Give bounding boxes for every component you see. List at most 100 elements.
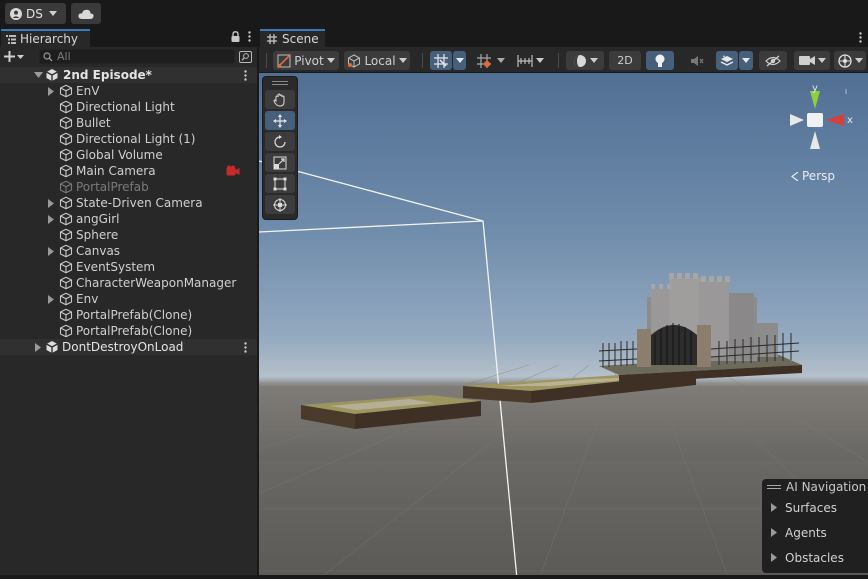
bottom-border (0, 575, 868, 579)
tool-palette-grip[interactable] (263, 77, 297, 88)
audio-toggle-button[interactable] (684, 51, 710, 70)
scale-icon (273, 156, 287, 169)
account-icon (10, 7, 22, 20)
account-label: DS (26, 6, 43, 21)
add-object-button[interactable] (4, 51, 32, 62)
speaker-muted-icon (691, 55, 704, 66)
tab-scene[interactable]: Scene (260, 29, 325, 47)
shading-mode-dropdown[interactable] (566, 51, 604, 70)
hierarchy-item[interactable]: Main Camera (0, 163, 257, 179)
expand-arrow-icon[interactable] (33, 342, 43, 352)
ai-nav-item-label: Surfaces (785, 500, 837, 515)
hierarchy-item[interactable]: angGirl (0, 211, 257, 227)
effects-layers-icon (720, 54, 734, 66)
scene-row[interactable]: 2nd Episode* (0, 67, 257, 83)
ai-nav-item-surfaces[interactable]: Surfaces (762, 495, 868, 520)
hierarchy-item[interactable]: Global Volume (0, 147, 257, 163)
panel-menu-icon[interactable] (248, 31, 251, 42)
scale-tool-button[interactable] (265, 153, 295, 172)
camera-settings-dropdown[interactable] (794, 51, 830, 70)
scene-menu-icon[interactable] (240, 69, 250, 81)
gizmos-dropdown[interactable] (834, 51, 866, 70)
search-filter-button[interactable] (238, 49, 253, 64)
rect-tool-button[interactable] (265, 174, 295, 193)
cloud-button[interactable] (71, 3, 101, 24)
hierarchy-item[interactable]: EventSystem (0, 259, 257, 275)
hierarchy-item-label: Directional Light (76, 100, 175, 114)
chevron-down-icon (326, 58, 335, 63)
account-dropdown[interactable]: DS (5, 3, 66, 24)
toggle-2d-button[interactable]: 2D (609, 51, 641, 70)
lighting-toggle-button[interactable] (646, 51, 674, 70)
ai-nav-item-obstacles[interactable]: Obstacles (762, 545, 868, 570)
hierarchy-item[interactable]: Bullet (0, 115, 257, 131)
expand-arrow-icon[interactable] (33, 70, 43, 80)
effects-dropdown[interactable] (739, 51, 753, 70)
increment-snap-dropdown[interactable] (512, 51, 548, 70)
gizmo-y-label: y (812, 85, 818, 94)
expand-arrow-icon[interactable] (46, 294, 56, 304)
panel-menu-icon[interactable] (859, 32, 862, 43)
expand-arrow-icon[interactable] (46, 214, 56, 224)
hierarchy-item[interactable]: EnV (0, 83, 257, 99)
plus-icon (4, 51, 15, 62)
orientation-gizmo[interactable]: y x (784, 85, 864, 159)
expand-arrow-icon (771, 553, 777, 562)
expand-arrow-icon[interactable] (46, 86, 56, 96)
gameobject-icon (59, 164, 73, 178)
hierarchy-item[interactable]: PortalPrefab (0, 179, 257, 195)
chevron-down-icon (17, 54, 24, 59)
scene-toolbar: Pivot Local 2D (259, 47, 868, 73)
scene-viewport[interactable]: y x Persp AI Navigation Surfaces Agents (259, 73, 868, 579)
hierarchy-item-label: EnV (76, 84, 100, 98)
hierarchy-item[interactable]: Directional Light (1) (0, 131, 257, 147)
grid-snap-button[interactable] (430, 51, 452, 70)
chevron-down-icon (854, 58, 863, 63)
space-label: Local (364, 53, 396, 68)
move-tool-button[interactable] (265, 111, 295, 130)
expand-arrow-icon (771, 503, 777, 512)
hierarchy-item[interactable]: PortalPrefab(Clone) (0, 323, 257, 339)
hidden-objects-toggle-button[interactable] (759, 51, 787, 70)
grid-visibility-button[interactable] (473, 51, 495, 70)
hierarchy-item[interactable]: CharacterWeaponManager (0, 275, 257, 291)
effects-toggle-button[interactable] (716, 51, 738, 70)
grid-snap-dropdown[interactable] (453, 51, 466, 70)
platform-tile-1 (301, 395, 481, 429)
cloud-icon (78, 9, 94, 19)
expand-arrow-icon[interactable] (46, 198, 56, 208)
scene-row[interactable]: DontDestroyOnLoad (0, 339, 257, 355)
chevron-down-icon (742, 58, 750, 63)
grid-visibility-dropdown[interactable] (495, 51, 507, 70)
transform-tool-button[interactable] (265, 195, 295, 214)
hierarchy-item-label: PortalPrefab(Clone) (76, 308, 193, 322)
expand-arrow-icon[interactable] (46, 246, 56, 256)
rotate-tool-button[interactable] (265, 132, 295, 151)
scene-menu-icon[interactable] (240, 341, 250, 353)
hierarchy-tabbar: Hierarchy (0, 29, 257, 47)
hierarchy-item[interactable]: Directional Light (0, 99, 257, 115)
hierarchy-search-field[interactable] (39, 49, 235, 64)
castle-model (598, 273, 802, 383)
space-dropdown[interactable]: Local (344, 51, 410, 70)
tab-hierarchy[interactable]: Hierarchy (1, 29, 90, 47)
hierarchy-item[interactable]: PortalPrefab(Clone) (0, 307, 257, 323)
hierarchy-item-label: Directional Light (1) (76, 132, 196, 146)
hierarchy-item[interactable]: Sphere (0, 227, 257, 243)
hierarchy-item[interactable]: Canvas (0, 243, 257, 259)
hierarchy-item[interactable]: State-Driven Camera (0, 195, 257, 211)
projection-label: Persp (802, 169, 835, 183)
gameobject-icon (59, 100, 73, 114)
search-input[interactable] (57, 50, 207, 63)
hierarchy-item[interactable]: Env (0, 291, 257, 307)
filter-by-type-icon (239, 50, 252, 63)
projection-toggle[interactable]: Persp (791, 169, 835, 183)
ai-navigation-header[interactable]: AI Navigation (762, 479, 868, 495)
rotate-icon (274, 134, 286, 148)
pivot-dropdown[interactable]: Pivot (273, 51, 339, 70)
ai-nav-item-agents[interactable]: Agents (762, 520, 868, 545)
lock-icon[interactable] (231, 31, 240, 42)
hierarchy-search-row (0, 47, 257, 66)
chevron-down-icon (817, 58, 826, 63)
hand-tool-button[interactable] (265, 90, 295, 109)
